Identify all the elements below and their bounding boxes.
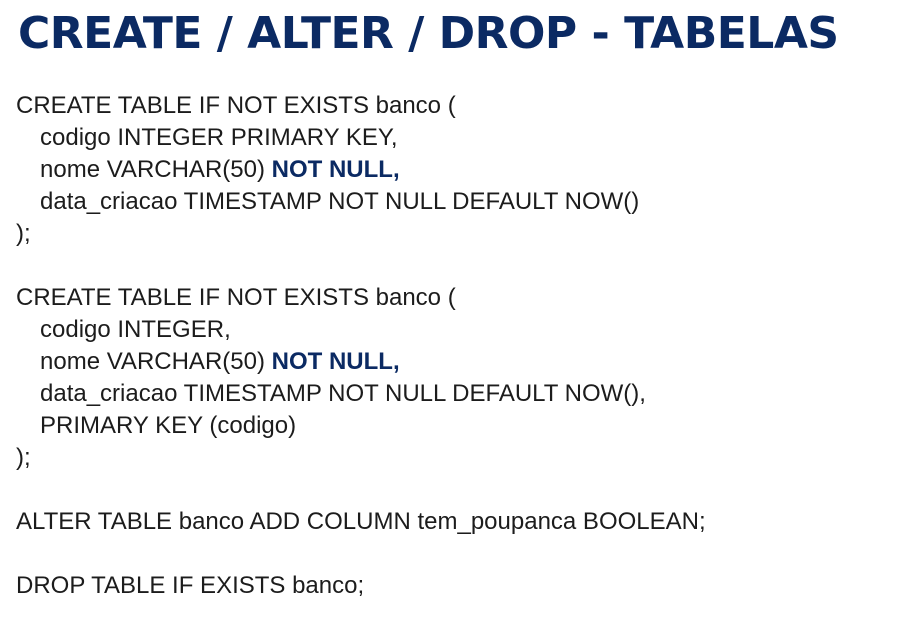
code-line: CREATE TABLE IF NOT EXISTS banco ( (16, 92, 456, 119)
bold-keyword: NOT NULL, (271, 348, 400, 375)
code-line: PRIMARY KEY (codigo) (40, 412, 297, 439)
code-line: nome VARCHAR(50) NOT NULL, (16, 346, 896, 378)
code-text: nome VARCHAR(50) (40, 156, 272, 183)
slide-title: CREATE / ALTER / DROP - TABELAS (18, 8, 839, 59)
code-line: data_criacao TIMESTAMP NOT NULL DEFAULT … (40, 380, 646, 407)
drop-statement: DROP TABLE IF EXISTS banco; (16, 572, 365, 599)
code-line: codigo INTEGER, (40, 316, 231, 343)
code-line: CREATE TABLE IF NOT EXISTS banco ( (16, 284, 456, 311)
code-text: nome VARCHAR(50) (40, 348, 272, 375)
bold-keyword: NOT NULL, (271, 156, 400, 183)
code-line: ); (16, 220, 31, 247)
alter-statement: ALTER TABLE banco ADD COLUMN tem_poupanc… (16, 508, 706, 535)
code-line: data_criacao TIMESTAMP NOT NULL DEFAULT … (40, 188, 640, 215)
code-line: ); (16, 444, 31, 471)
code-line: nome VARCHAR(50) NOT NULL, (16, 154, 896, 186)
sql-code-block: CREATE TABLE IF NOT EXISTS banco ( codig… (16, 90, 896, 602)
code-line: codigo INTEGER PRIMARY KEY, (40, 124, 398, 151)
slide: CREATE / ALTER / DROP - TABELAS CREATE T… (0, 0, 902, 637)
